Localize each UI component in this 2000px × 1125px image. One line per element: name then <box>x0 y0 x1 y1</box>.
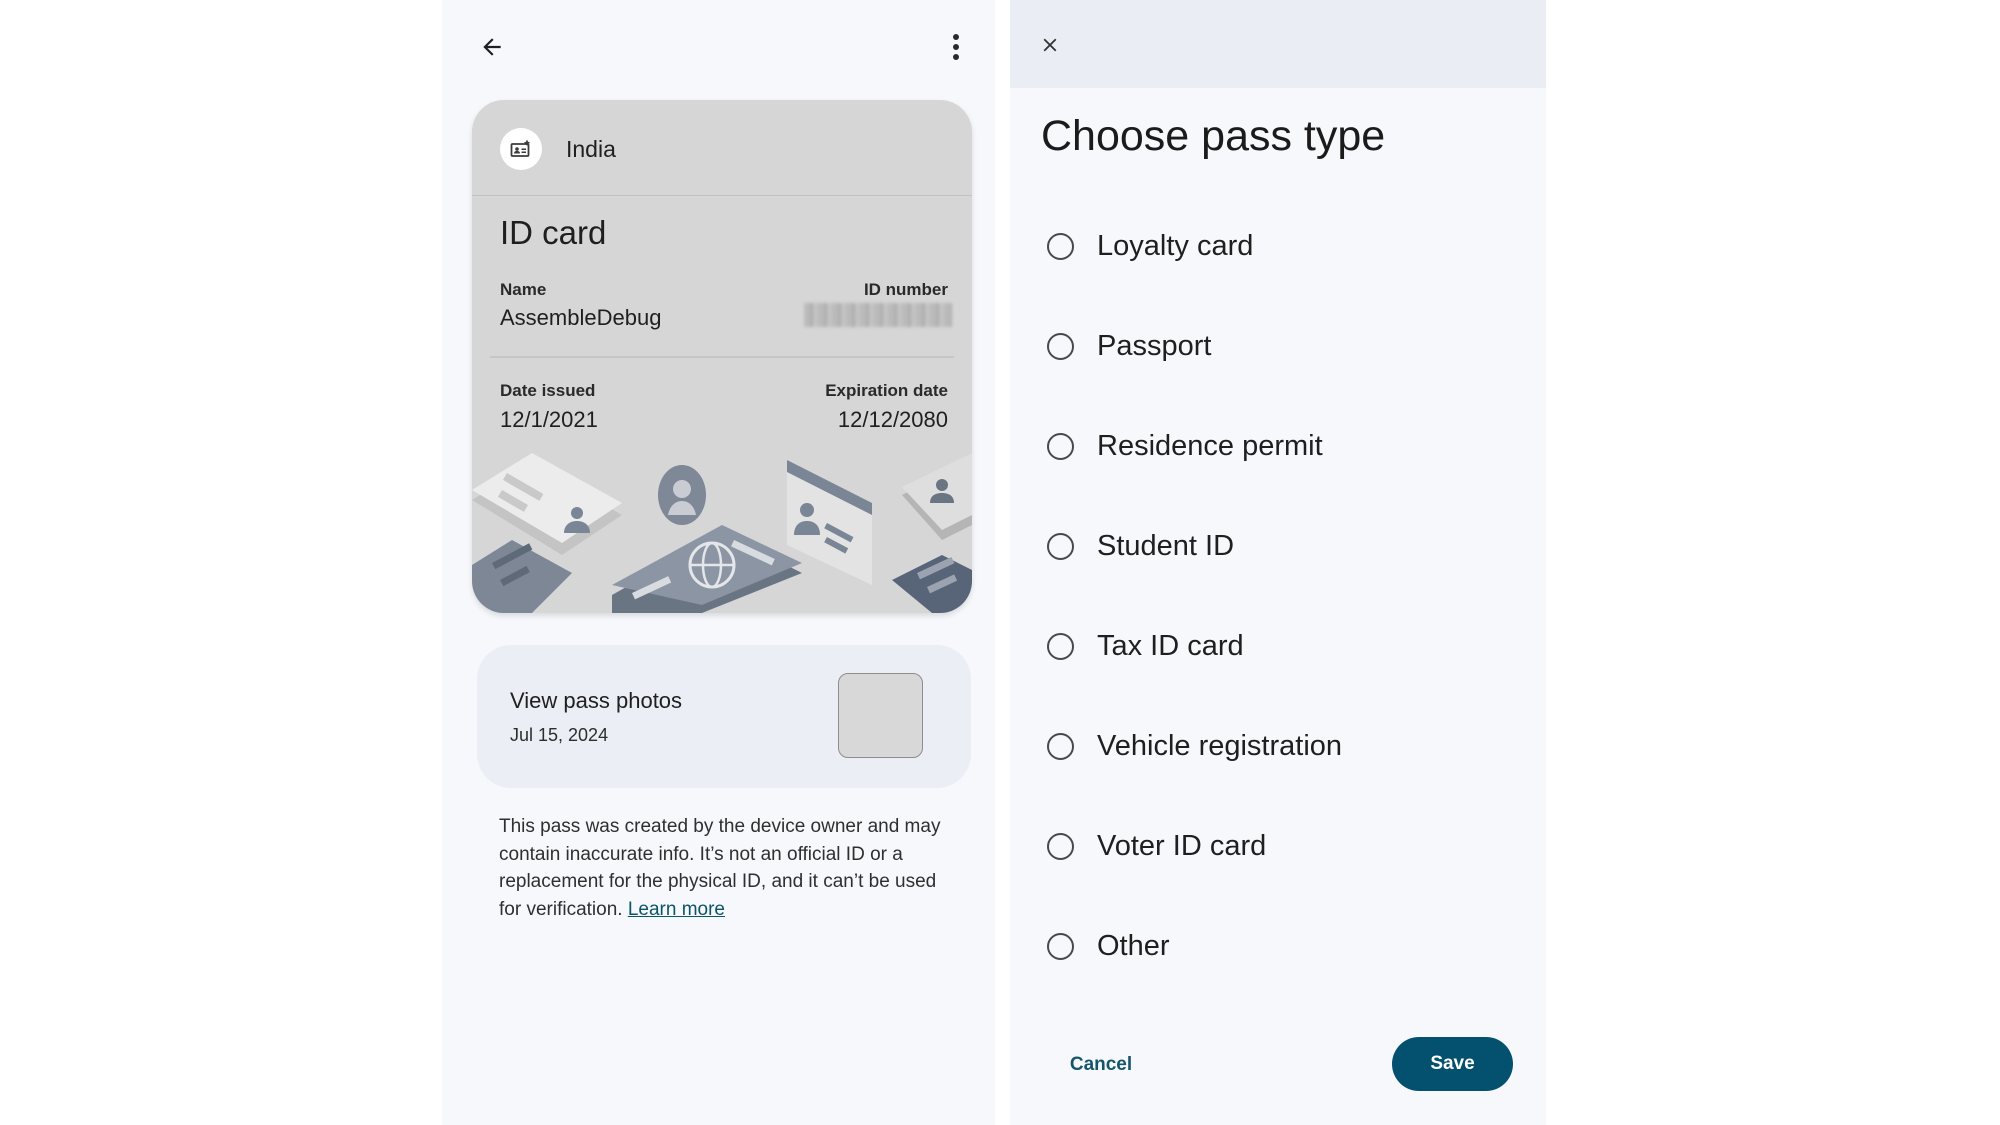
option-residence-permit[interactable]: Residence permit <box>1040 416 1520 476</box>
divider <box>490 356 954 358</box>
radio-button[interactable] <box>1047 732 1074 760</box>
radio-button[interactable] <box>1047 532 1074 560</box>
photos-date: Jul 15, 2024 <box>510 725 609 745</box>
id-number-label: ID number <box>863 280 948 299</box>
radio-button[interactable] <box>1047 832 1074 860</box>
id-number-value-redacted <box>804 303 952 327</box>
view-pass-photos-title: View pass photos <box>510 688 683 713</box>
avatar-pin-illustration <box>658 465 706 525</box>
arrow-back-icon <box>483 38 501 56</box>
passport-illustration <box>612 525 802 613</box>
disclaimer-text: This pass was created by the device owne… <box>499 813 959 923</box>
id-card-illustration-4 <box>902 453 972 540</box>
option-label: Student ID <box>1097 529 1235 562</box>
card-header: India <box>472 100 972 196</box>
radio-button[interactable] <box>1047 332 1074 360</box>
radio-button[interactable] <box>1047 932 1074 960</box>
option-label: Voter ID card <box>1097 829 1267 862</box>
name-value: AssembleDebug <box>500 305 662 330</box>
pass-photo-thumbnail <box>838 673 923 758</box>
radio-button[interactable] <box>1047 432 1074 460</box>
option-label: Vehicle registration <box>1097 729 1343 762</box>
option-student-id[interactable]: Student ID <box>1040 516 1520 576</box>
id-card-illustration-1 <box>472 453 622 555</box>
option-label: Passport <box>1097 329 1212 362</box>
back-button[interactable] <box>470 25 514 69</box>
more-options-button[interactable] <box>938 25 974 69</box>
radio-button[interactable] <box>1047 632 1074 660</box>
date-issued-label: Date issued <box>500 381 596 400</box>
option-label: Residence permit <box>1097 429 1323 462</box>
expiration-date-label: Expiration date <box>825 381 948 400</box>
date-issued-value: 12/1/2021 <box>500 407 598 432</box>
learn-more-link[interactable]: Learn more <box>628 899 725 920</box>
id-card-pass[interactable]: India ID card Name AssembleDebug ID numb… <box>472 100 972 613</box>
save-button[interactable]: Save <box>1392 1037 1513 1091</box>
option-loyalty-card[interactable]: Loyalty card <box>1040 216 1520 276</box>
sheet-title: Choose pass type <box>1041 112 1386 160</box>
id-card-illustration-3 <box>787 460 872 585</box>
option-label: Tax ID card <box>1097 629 1244 662</box>
view-pass-photos-card[interactable]: View pass photos Jul 15, 2024 <box>477 645 971 788</box>
issuer-badge <box>500 128 542 170</box>
name-label: Name <box>500 280 547 299</box>
pass-title: ID card <box>500 214 607 251</box>
close-button[interactable] <box>1030 22 1070 68</box>
close-icon <box>1043 38 1057 52</box>
option-voter-id-card[interactable]: Voter ID card <box>1040 816 1520 876</box>
option-passport[interactable]: Passport <box>1040 316 1520 376</box>
option-other[interactable]: Other <box>1040 916 1520 976</box>
issuer-name: India <box>566 136 616 162</box>
option-vehicle-registration[interactable]: Vehicle registration <box>1040 716 1520 776</box>
cancel-button[interactable]: Cancel <box>1048 1040 1154 1090</box>
option-label: Loyalty card <box>1097 229 1254 262</box>
option-tax-id-card[interactable]: Tax ID card <box>1040 616 1520 676</box>
sheet-header <box>1010 0 1546 88</box>
id-documents-illustration <box>472 453 972 613</box>
document-illustration-5 <box>892 555 972 613</box>
id-card-sparkle-icon <box>510 139 531 157</box>
more-vert-icon <box>953 34 959 60</box>
radio-button[interactable] <box>1047 232 1074 260</box>
expiration-date-value: 12/12/2080 <box>837 407 948 432</box>
option-label: Other <box>1097 929 1170 962</box>
